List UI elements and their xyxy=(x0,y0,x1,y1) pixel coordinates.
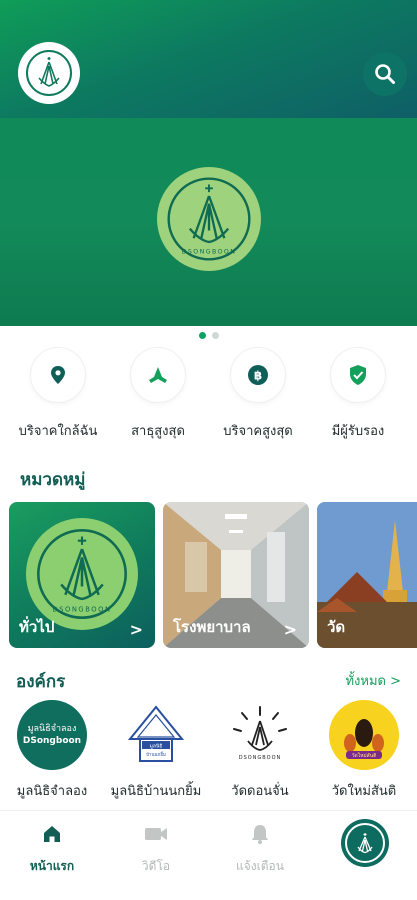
dsongboon-logo-icon: DSONGBOON xyxy=(166,177,251,261)
chevron-right-icon: > xyxy=(283,620,297,639)
organization-name: วัดดอนจั่น xyxy=(231,784,289,799)
location-pin-icon xyxy=(51,366,65,384)
carousel-dot[interactable] xyxy=(211,332,219,339)
nav-label: แจ้งเตือน xyxy=(236,859,284,873)
house-logo-icon: มูลนิธิ บ้านนกยิ้ม xyxy=(127,705,185,762)
app-logo[interactable] xyxy=(18,42,80,104)
nav-label: หน้าแรก xyxy=(29,859,75,873)
search-button[interactable] xyxy=(363,52,407,96)
organization-logo-text: วัดใหม่สันติ xyxy=(352,752,377,759)
organization-name: วัดใหม่สันติ xyxy=(331,784,397,799)
category-card-logo: DSONGBOON xyxy=(26,518,138,630)
organizations-title: องค์กร xyxy=(16,672,66,692)
category-card-label: ทั่วไป xyxy=(19,618,55,636)
praying-hands-icon xyxy=(149,367,167,383)
nav-profile[interactable] xyxy=(341,819,389,867)
quick-action-top-sathu[interactable]: สาธุสูงสุด xyxy=(108,348,208,441)
category-card-general[interactable]: DSONGBOON ทั่วไป > xyxy=(9,502,155,648)
organization-item[interactable]: มูลนิธิจำลอง DSongboon มูลนิธิจำลอง xyxy=(2,700,102,800)
nav-home[interactable]: หน้าแรก xyxy=(2,823,102,876)
quick-action-icon-wrap xyxy=(31,348,85,402)
bell-icon xyxy=(252,825,268,844)
profile-avatar xyxy=(345,823,385,863)
category-card-label: โรงพยาบาล xyxy=(173,618,251,636)
chevron-right-icon: > xyxy=(129,620,143,639)
dsongboon-logo-icon: DSONGBOON xyxy=(37,529,127,619)
carousel-dot-active[interactable] xyxy=(198,332,206,339)
baht-coin-icon: ฿ xyxy=(248,365,268,385)
quick-action-icon-wrap xyxy=(331,348,385,402)
organization-logo-line1: มูลนิธิจำลอง xyxy=(27,723,77,734)
organization-logo-line1: มูลนิธิ xyxy=(150,743,163,750)
nav-notifications[interactable]: แจ้งเตือน xyxy=(210,823,310,876)
quick-action-top-donation[interactable]: ฿ บริจาคสูงสุด xyxy=(208,348,308,441)
quick-action-icon-wrap xyxy=(131,348,185,402)
banner-logo: DSONGBOON xyxy=(156,167,261,271)
hero-banner[interactable]: DSONGBOON xyxy=(0,118,417,326)
svg-text:฿: ฿ xyxy=(254,369,262,383)
categories-title: หมวดหมู่ xyxy=(20,470,86,490)
organization-name: มูลนิธิจำลอง xyxy=(16,784,88,799)
category-logo-text: DSONGBOON xyxy=(52,605,111,613)
organization-logo-line2: บ้านนกยิ้ม xyxy=(146,751,166,758)
category-card-hospital[interactable]: โรงพยาบาล > xyxy=(163,502,309,648)
category-card-label: วัด xyxy=(327,618,346,636)
organization-logo-text: DSONGBOON xyxy=(239,755,282,761)
quick-actions: บริจาคใกล้ฉัน สาธุสูงสุด ฿ บริจาคสูงสุด … xyxy=(0,348,417,444)
organization-logo-line2: DSongboon xyxy=(22,736,82,746)
quick-action-certified[interactable]: มีผู้รับรอง xyxy=(308,348,408,441)
see-all-organizations-link[interactable]: ทั้งหมด > xyxy=(345,670,401,691)
profile-avatar-icon xyxy=(357,833,373,854)
organization-logo: วัดใหม่สันติ xyxy=(329,700,399,770)
quick-action-label: บริจาคสูงสุด xyxy=(223,424,293,439)
organization-item[interactable]: มูลนิธิ บ้านนกยิ้ม มูลนิธิบ้านนกยิ้ม xyxy=(106,700,206,800)
organization-logo: มูลนิธิ บ้านนกยิ้ม xyxy=(121,700,191,770)
organization-item[interactable]: DSONGBOON วัดดอนจั่น xyxy=(210,700,310,800)
home-icon xyxy=(44,826,60,842)
quick-action-label: สาธุสูงสุด xyxy=(131,424,185,439)
category-cards: DSONGBOON ทั่วไป > โรงพยาบาล > วัด xyxy=(0,502,417,648)
dsongboon-logo-icon xyxy=(26,50,72,96)
quick-action-label: บริจาคใกล้ฉัน xyxy=(18,424,98,439)
quick-action-label: มีผู้รับรอง xyxy=(331,424,385,439)
temple-buddha-logo-icon: วัดใหม่สันติ xyxy=(344,719,384,759)
video-camera-icon xyxy=(145,828,167,840)
organization-logo: มูลนิธิจำลอง DSongboon xyxy=(17,700,87,770)
app-header xyxy=(0,0,417,118)
nav-label: วิดีโอ xyxy=(141,859,171,873)
search-icon xyxy=(375,64,395,84)
organization-item[interactable]: วัดใหม่สันติ วัดใหม่สันติ xyxy=(314,700,414,800)
organization-name: มูลนิธิบ้านนกยิ้ม xyxy=(110,784,202,799)
bottom-navigation: หน้าแรก วิดีโอ แจ้งเตือน xyxy=(0,810,417,900)
organization-logo: DSONGBOON xyxy=(225,700,295,770)
nav-video[interactable]: วิดีโอ xyxy=(106,823,206,876)
banner-logo-text: DSONGBOON xyxy=(181,249,236,256)
organizations-list: มูลนิธิจำลอง DSongboon มูลนิธิจำลอง มูลน… xyxy=(0,700,417,800)
carousel-dots xyxy=(0,332,417,339)
dsongboon-sun-logo-icon: DSONGBOON xyxy=(233,706,287,761)
category-card-temple[interactable]: วัด xyxy=(317,502,417,648)
shield-check-icon xyxy=(350,365,366,385)
quick-action-icon-wrap: ฿ xyxy=(231,348,285,402)
quick-action-donate-nearby[interactable]: บริจาคใกล้ฉัน xyxy=(8,348,108,441)
